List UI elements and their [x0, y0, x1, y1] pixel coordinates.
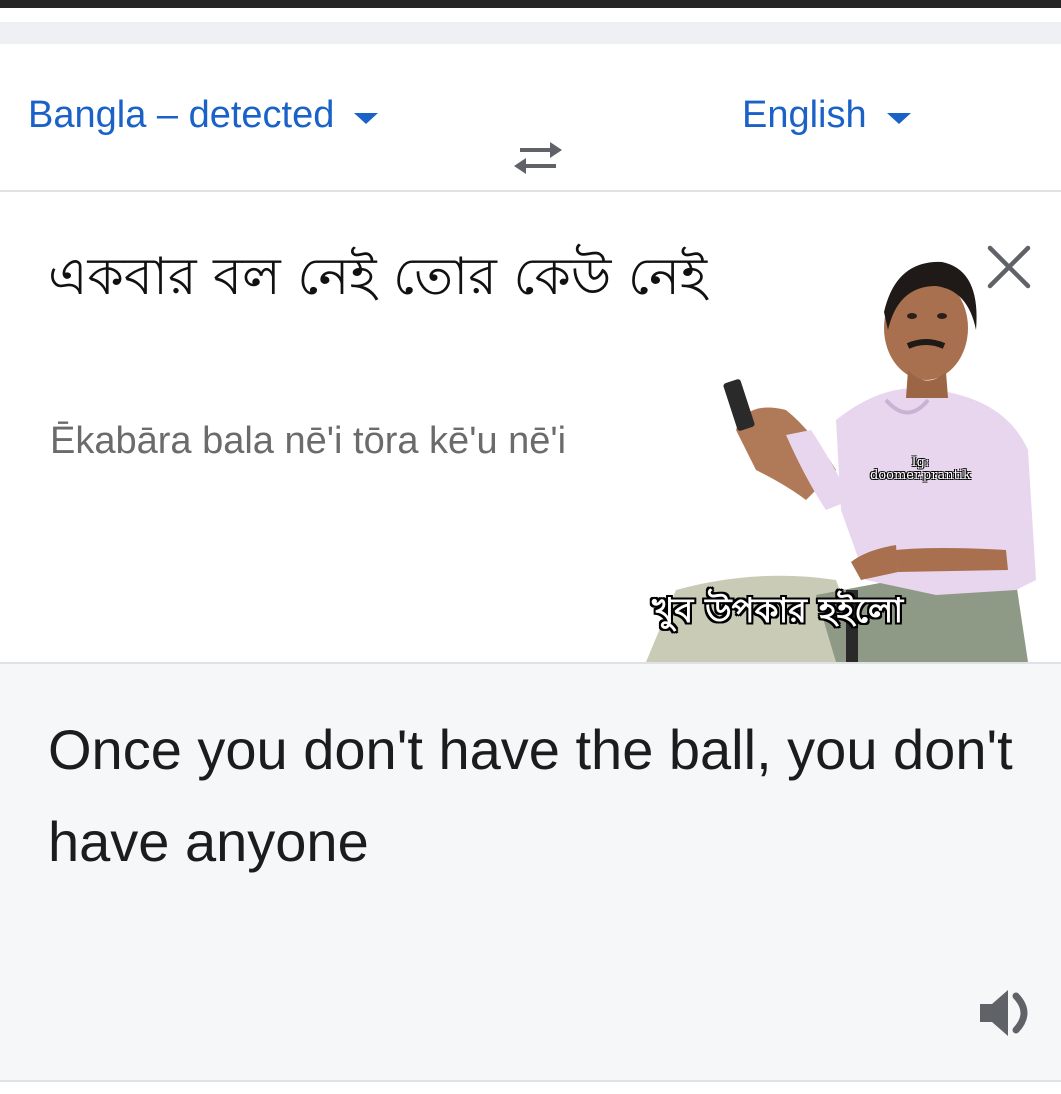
chevron-down-icon [886, 113, 911, 124]
swap-arrows-icon[interactable] [506, 134, 570, 178]
target-language-selector[interactable]: English [742, 94, 911, 137]
chevron-down-icon [354, 113, 379, 124]
header-strip [0, 22, 1061, 44]
source-panel: একবার বল নেই তোর কেউ নেই Ēkabāra bala nē… [0, 192, 1061, 662]
instagram-watermark: Ig: doomer.prantik [870, 456, 971, 482]
translation-panel: Once you don't have the ball, you don't … [0, 662, 1061, 1084]
source-language-label: Bangla – detected [28, 94, 335, 136]
close-icon[interactable] [984, 242, 1034, 292]
bottom-spacer [0, 1082, 1061, 1094]
transliteration: Ēkabāra bala nē'i tōra kē'u nē'i [50, 420, 567, 462]
target-language-label: English [742, 94, 867, 136]
meme-caption: খুব উপকার হইলো [652, 591, 904, 631]
watermark-line-2: doomer.prantik [870, 468, 971, 483]
speaker-icon[interactable] [976, 986, 1038, 1040]
top-spacer [0, 8, 1061, 22]
source-language-selector[interactable]: Bangla – detected [28, 94, 379, 137]
translation-text: Once you don't have the ball, you don't … [48, 718, 1013, 873]
language-bar: Bangla – detected English [0, 44, 1061, 192]
status-bar [0, 0, 1061, 8]
